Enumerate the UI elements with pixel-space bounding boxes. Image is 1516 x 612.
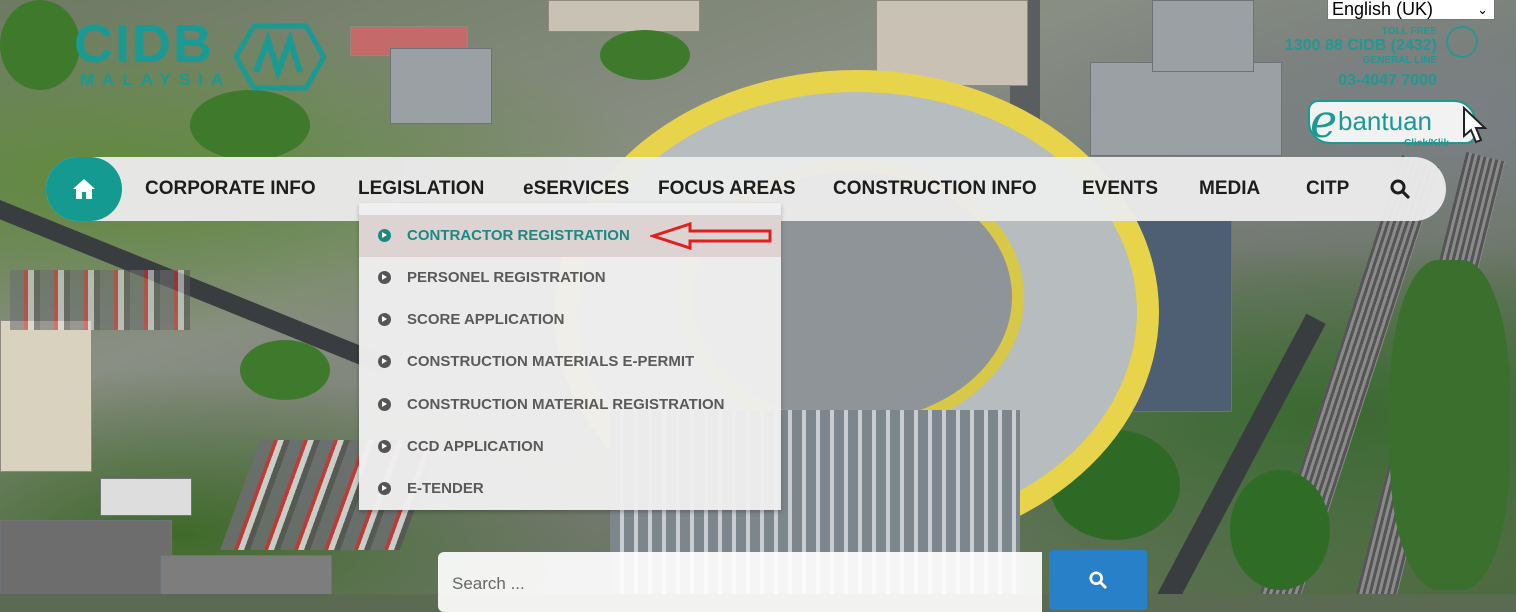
ebantuan-prefix: e xyxy=(1310,94,1338,148)
nav-citp[interactable]: CITP xyxy=(1306,157,1349,221)
search-icon xyxy=(1089,571,1107,589)
nav-media[interactable]: MEDIA xyxy=(1199,157,1260,221)
logo-sub-text: MALAYSIA xyxy=(80,70,232,89)
dropdown-item-construction-material-registration[interactable]: CONSTRUCTION MATERIAL REGISTRATION xyxy=(359,384,781,426)
dropdown-item-label: CONSTRUCTION MATERIALS E-PERMIT xyxy=(407,353,695,370)
dropdown-item-label: SCORE APPLICATION xyxy=(407,311,565,328)
cidb-emblem-icon xyxy=(234,23,326,91)
chevron-circle-right-icon xyxy=(378,355,391,368)
ebantuan-button[interactable]: e bantuan Click/Klik xyxy=(1308,94,1488,149)
nav-construction-info[interactable]: CONSTRUCTION INFO xyxy=(833,157,1037,221)
home-icon xyxy=(73,179,95,199)
search-input[interactable]: Search ... xyxy=(438,552,1042,612)
language-selected: English (UK) xyxy=(1332,0,1434,19)
chevron-down-icon: ⌄ xyxy=(1477,2,1488,17)
dropdown-item-label: CONTRACTOR REGISTRATION xyxy=(407,227,630,244)
logo-main-text: CIDB xyxy=(74,14,214,74)
contact-label-2: GENERAL LINE xyxy=(1362,55,1437,66)
chevron-circle-right-icon xyxy=(378,229,391,242)
ebantuan-text: bantuan xyxy=(1338,106,1432,136)
ebantuan-click-text: Click/Klik xyxy=(1404,138,1450,149)
cidb-logo[interactable]: CIDB MALAYSIA xyxy=(74,16,334,96)
chevron-circle-right-icon xyxy=(378,482,391,495)
contact-label-1: TOLL FREE xyxy=(1381,26,1437,37)
home-button[interactable] xyxy=(46,157,122,221)
dropdown-item-label: CCD APPLICATION xyxy=(407,438,544,455)
phone-icon xyxy=(1446,26,1478,58)
language-select[interactable]: English (UK) ⌄ xyxy=(1327,0,1495,20)
contact-info: TOLL FREE 1300 88 CIDB (2432) GENERAL LI… xyxy=(1262,26,1437,90)
chevron-circle-right-icon xyxy=(378,271,391,284)
nav-events[interactable]: EVENTS xyxy=(1082,157,1158,221)
phone-toll-free[interactable]: 1300 88 CIDB (2432) xyxy=(1262,37,1437,55)
search-placeholder: Search ... xyxy=(452,574,525,593)
dropdown-item-label: E-TENDER xyxy=(407,480,484,497)
search-icon[interactable] xyxy=(1390,179,1410,199)
dropdown-item-e-tender[interactable]: E-TENDER xyxy=(359,468,781,510)
dropdown-item-label: PERSONEL REGISTRATION xyxy=(407,269,606,286)
dropdown-item-ccd-application[interactable]: CCD APPLICATION xyxy=(359,426,781,468)
cursor-icon xyxy=(1463,106,1488,144)
chevron-circle-right-icon xyxy=(378,398,391,411)
phone-general[interactable]: 03-4047 7000 xyxy=(1262,72,1437,90)
red-arrow-annotation-icon xyxy=(650,222,772,250)
chevron-circle-right-icon xyxy=(378,313,391,326)
chevron-circle-right-icon xyxy=(378,440,391,453)
dropdown-item-personel-registration[interactable]: PERSONEL REGISTRATION xyxy=(359,257,781,299)
dropdown-item-score-application[interactable]: SCORE APPLICATION xyxy=(359,299,781,341)
dropdown-item-construction-materials-epermit[interactable]: CONSTRUCTION MATERIALS E-PERMIT xyxy=(359,341,781,383)
search-submit-button[interactable] xyxy=(1049,550,1147,610)
dropdown-item-label: CONSTRUCTION MATERIAL REGISTRATION xyxy=(407,396,725,413)
nav-corporate-info[interactable]: CORPORATE INFO xyxy=(145,157,316,221)
